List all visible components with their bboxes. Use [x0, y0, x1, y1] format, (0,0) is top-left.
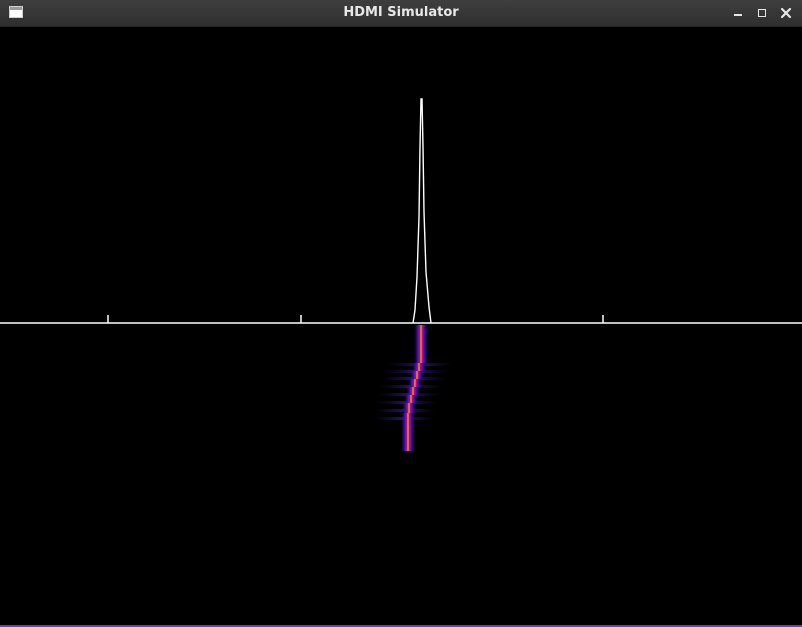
- waterfall-segment: [401, 413, 415, 451]
- waterfall-segment: [402, 403, 416, 413]
- spectrum-peak-trace: [412, 98, 432, 324]
- maximize-icon: [758, 9, 766, 17]
- close-icon: [780, 7, 792, 19]
- waterfall-segment: [408, 379, 422, 387]
- maximize-button[interactable]: [753, 4, 771, 22]
- waterfall-segment: [406, 387, 420, 395]
- waterfall-segment: [410, 371, 424, 379]
- title-bar[interactable]: HDMI Simulator: [0, 0, 802, 27]
- minimize-button[interactable]: [729, 4, 747, 22]
- minimize-icon: [734, 14, 742, 16]
- simulation-canvas: [0, 98, 802, 451]
- app-window: HDMI Simulator: [0, 0, 802, 627]
- waterfall-segment: [404, 395, 418, 403]
- waterfall-segment: [414, 325, 428, 363]
- close-button[interactable]: [777, 4, 795, 22]
- waterfall-segment: [412, 363, 426, 371]
- waterfall-display: [373, 325, 452, 451]
- window-title: HDMI Simulator: [343, 5, 459, 20]
